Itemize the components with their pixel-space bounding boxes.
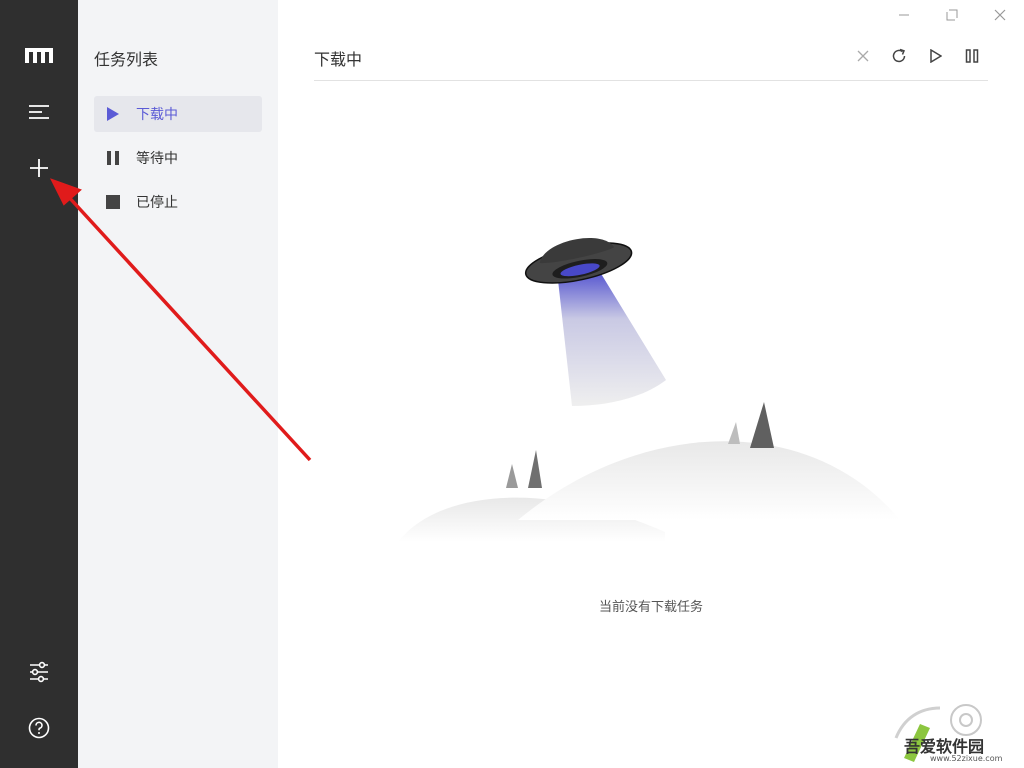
pause-icon xyxy=(106,150,120,166)
left-rail xyxy=(0,0,78,768)
minimize-icon xyxy=(899,14,909,16)
menu-lines-icon[interactable] xyxy=(19,92,59,132)
help-circle-icon xyxy=(28,717,50,739)
close-icon xyxy=(857,50,869,62)
watermark-url: www.52zixue.com xyxy=(930,754,1003,763)
window-close-button[interactable] xyxy=(977,0,1023,30)
resume-all-button[interactable] xyxy=(924,44,948,68)
category-downloading[interactable]: 下载中 xyxy=(94,96,262,132)
play-icon xyxy=(106,106,120,122)
play-icon xyxy=(930,49,942,63)
minimize-button[interactable] xyxy=(881,0,927,30)
page-title: 下载中 xyxy=(314,50,363,69)
pause-all-button[interactable] xyxy=(960,44,984,68)
logo-m-icon[interactable] xyxy=(19,36,59,76)
clear-tasks-button[interactable] xyxy=(851,44,875,68)
empty-state-text: 当前没有下载任务 xyxy=(598,600,703,615)
category-label: 已停止 xyxy=(136,195,178,211)
settings-button[interactable] xyxy=(19,652,59,692)
stop-icon xyxy=(106,194,120,210)
refresh-button[interactable] xyxy=(887,44,911,68)
category-waiting[interactable]: 等待中 xyxy=(94,140,262,176)
help-button[interactable] xyxy=(19,708,59,748)
header-divider xyxy=(314,80,988,81)
refresh-icon xyxy=(892,48,906,63)
plus-icon xyxy=(30,159,48,177)
app-window: 任务列表 下载中 等待中 已停止 下载中 当前没有下载任务 吾爱软件园 www.… xyxy=(0,0,1024,768)
add-task-button[interactable] xyxy=(19,148,59,188)
restore-button[interactable] xyxy=(929,0,975,30)
restore-icon xyxy=(946,9,958,21)
category-label: 下载中 xyxy=(136,107,178,123)
task-list-panel: 任务列表 下载中 等待中 已停止 xyxy=(78,0,278,768)
pause-icon xyxy=(965,49,979,63)
sliders-icon xyxy=(30,661,48,683)
main-content: 下载中 当前没有下载任务 xyxy=(278,0,1024,768)
ufo-illustration xyxy=(398,238,900,542)
panel-title: 任务列表 xyxy=(94,50,159,69)
window-close-icon xyxy=(994,9,1006,21)
category-label: 等待中 xyxy=(136,151,178,167)
category-stopped[interactable]: 已停止 xyxy=(94,184,262,220)
